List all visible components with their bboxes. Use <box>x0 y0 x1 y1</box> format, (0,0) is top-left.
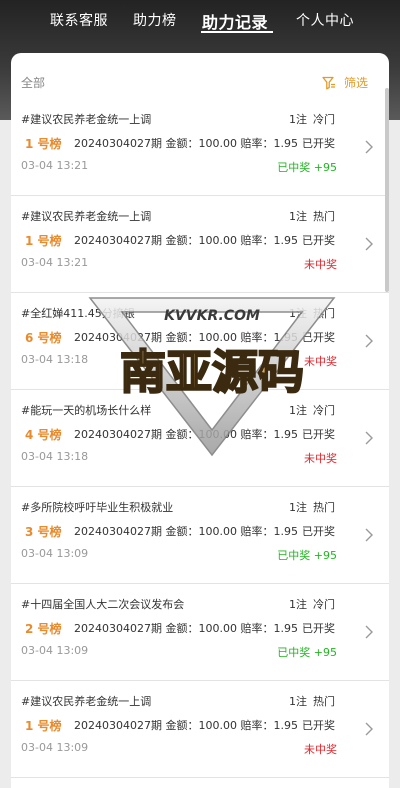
record-meta: 20240304027期 金额：100.00 赔率：1.95 <box>74 137 298 150</box>
record-bets: 1注 冷门 <box>289 111 335 127</box>
record-rank: 6 号榜 <box>25 331 62 345</box>
filter-icon <box>322 76 335 89</box>
chevron-right-icon[interactable] <box>363 527 375 543</box>
record-bets: 1注 热门 <box>289 305 335 321</box>
chevron-right-icon[interactable] <box>363 721 375 737</box>
record-bet-count: 1注 <box>289 404 307 417</box>
record-rank: 1 号榜 <box>25 137 62 151</box>
record-result: 未中奖 <box>304 452 337 465</box>
records-list: #建议农民养老金统一上调 1注 冷门 1 号榜 20240304027期 金额：100.… <box>11 99 389 778</box>
record-row[interactable]: #多所院校呼吁毕业生积极就业 1注 热门 3 号榜 20240304027期 金额：10… <box>11 487 389 584</box>
records-card: 全部 筛选 #建议农民养老金统一上调 1注 冷门 1 号榜 20240304027期 金… <box>11 53 389 788</box>
record-draw-state: 已开奖 <box>302 622 335 635</box>
record-time: 03-04 13:09 <box>21 741 89 754</box>
records-header: 全部 筛选 <box>11 53 389 99</box>
record-result: 未中奖 <box>304 355 337 368</box>
chevron-right-icon[interactable] <box>363 624 375 640</box>
record-rank: 1 号榜 <box>25 719 62 733</box>
chevron-right-icon[interactable] <box>363 430 375 446</box>
record-result: 已中奖 +95 <box>277 549 337 562</box>
record-row[interactable]: #能玩一天的机场长什么样 1注 冷门 4 号榜 20240304027期 金额：100.… <box>11 390 389 487</box>
record-row[interactable]: #十四届全国人大二次会议发布会 1注 冷门 2 号榜 20240304027期 金额：1… <box>11 584 389 681</box>
record-bets: 1注 热门 <box>289 693 335 709</box>
record-bet-count: 1注 <box>289 113 307 126</box>
all-filter-label[interactable]: 全部 <box>21 74 45 91</box>
record-time: 03-04 13:18 <box>21 353 89 366</box>
record-meta: 20240304027期 金额：100.00 赔率：1.95 <box>74 331 298 344</box>
record-title: #十四届全国人大二次会议发布会 <box>21 598 185 611</box>
record-meta: 20240304027期 金额：100.00 赔率：1.95 <box>74 719 298 732</box>
record-draw-state: 已开奖 <box>302 234 335 247</box>
scrollbar[interactable] <box>385 88 389 292</box>
nav-active-indicator <box>201 31 273 33</box>
record-time: 03-04 13:09 <box>21 547 89 560</box>
record-row[interactable]: #建议农民养老金统一上调 1注 热门 1 号榜 20240304027期 金额：100.… <box>11 196 389 293</box>
record-title: #多所院校呼吁毕业生积极就业 <box>21 501 174 514</box>
record-draw-state: 已开奖 <box>302 331 335 344</box>
record-meta: 20240304027期 金额：100.00 赔率：1.95 <box>74 428 298 441</box>
chevron-right-icon[interactable] <box>363 333 375 349</box>
record-row[interactable]: #全红婵411.45分摘银 1注 热门 6 号榜 20240304027期 金额：100… <box>11 293 389 390</box>
record-bets: 1注 冷门 <box>289 402 335 418</box>
record-title: #建议农民养老金统一上调 <box>21 210 152 223</box>
record-bet-count: 1注 <box>289 598 307 611</box>
record-title: #建议农民养老金统一上调 <box>21 695 152 708</box>
record-heat: 热门 <box>313 307 335 320</box>
record-heat: 热门 <box>313 210 335 223</box>
record-draw-state: 已开奖 <box>302 428 335 441</box>
record-meta: 20240304027期 金额：100.00 赔率：1.95 <box>74 525 298 538</box>
record-title: #全红婵411.45分摘银 <box>21 307 135 320</box>
record-heat: 冷门 <box>313 598 335 611</box>
chevron-right-icon[interactable] <box>363 236 375 252</box>
record-row[interactable]: #建议农民养老金统一上调 1注 冷门 1 号榜 20240304027期 金额：100.… <box>11 99 389 196</box>
record-result: 已中奖 +95 <box>277 646 337 659</box>
filter-label: 筛选 <box>343 76 368 90</box>
record-rank: 4 号榜 <box>25 428 62 442</box>
record-bet-count: 1注 <box>289 695 307 708</box>
nav-profile[interactable]: 个人中心 <box>296 10 354 30</box>
record-time: 03-04 13:18 <box>21 450 89 463</box>
record-heat: 冷门 <box>313 404 335 417</box>
record-draw-state: 已开奖 <box>302 137 335 150</box>
record-result: 未中奖 <box>304 258 337 271</box>
record-row[interactable]: #建议农民养老金统一上调 1注 热门 1 号榜 20240304027期 金额：100.… <box>11 681 389 778</box>
record-rank: 1 号榜 <box>25 234 62 248</box>
record-draw-state: 已开奖 <box>302 719 335 732</box>
record-bets: 1注 热门 <box>289 499 335 515</box>
nav-ranking[interactable]: 助力榜 <box>133 10 177 30</box>
record-draw-state: 已开奖 <box>302 525 335 538</box>
record-time: 03-04 13:21 <box>21 159 89 172</box>
record-heat: 热门 <box>313 501 335 514</box>
top-nav: 联系客服 助力榜 助力记录 个人中心 <box>0 0 400 44</box>
record-bet-count: 1注 <box>289 501 307 514</box>
record-rank: 2 号榜 <box>25 622 62 636</box>
record-title: #建议农民养老金统一上调 <box>21 113 152 126</box>
chevron-right-icon[interactable] <box>363 139 375 155</box>
record-title: #能玩一天的机场长什么样 <box>21 404 152 417</box>
nav-records[interactable]: 助力记录 <box>202 9 268 33</box>
record-bet-count: 1注 <box>289 307 307 320</box>
record-heat: 热门 <box>313 695 335 708</box>
record-bets: 1注 冷门 <box>289 596 335 612</box>
nav-customer-service[interactable]: 联系客服 <box>50 10 108 30</box>
record-meta: 20240304027期 金额：100.00 赔率：1.95 <box>74 234 298 247</box>
record-meta: 20240304027期 金额：100.00 赔率：1.95 <box>74 622 298 635</box>
record-time: 03-04 13:09 <box>21 644 89 657</box>
record-bets: 1注 热门 <box>289 208 335 224</box>
record-rank: 3 号榜 <box>25 525 62 539</box>
record-result: 未中奖 <box>304 743 337 756</box>
record-heat: 冷门 <box>313 113 335 126</box>
record-result: 已中奖 +95 <box>277 161 337 174</box>
record-time: 03-04 13:21 <box>21 256 89 269</box>
record-bet-count: 1注 <box>289 210 307 223</box>
filter-button[interactable]: 筛选 <box>322 74 368 91</box>
